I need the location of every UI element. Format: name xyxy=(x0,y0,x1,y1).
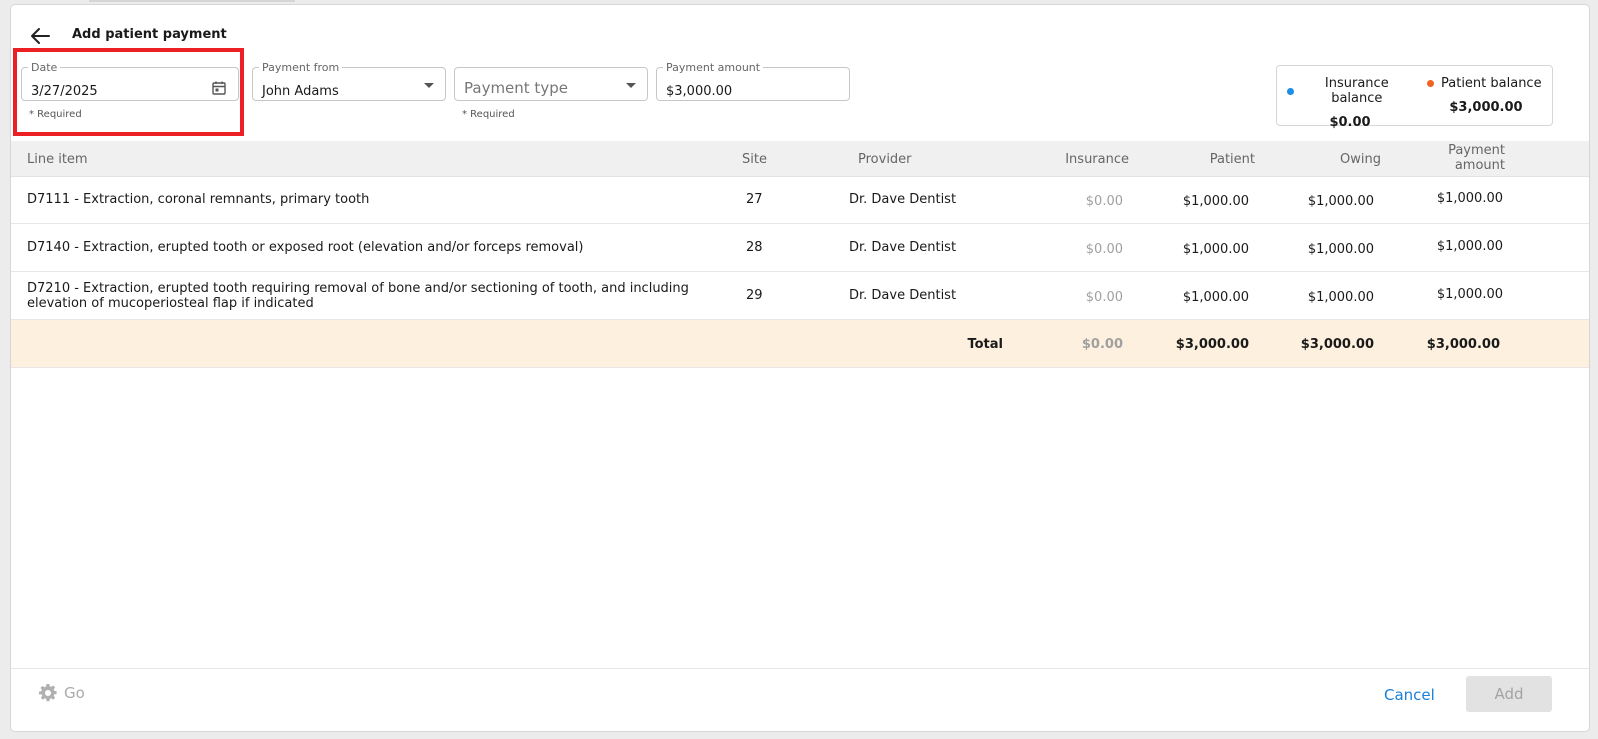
go-label: Go xyxy=(64,684,85,702)
provider: Dr. Dave Dentist xyxy=(849,192,957,207)
total-payment-amount: $3,000.00 xyxy=(1426,337,1500,352)
table-row[interactable]: D7210 - Extraction, erupted tooth requir… xyxy=(11,272,1589,320)
payment-amount[interactable]: $1,000.00 xyxy=(1411,287,1503,302)
col-provider: Provider xyxy=(858,152,912,167)
date-value: 3/27/2025 xyxy=(31,84,98,99)
patient-dot-icon xyxy=(1427,80,1434,87)
line-item: D7210 - Extraction, erupted tooth requir… xyxy=(27,281,689,311)
col-payment-amount-line2: amount xyxy=(1454,158,1505,173)
col-owing: Owing xyxy=(1340,152,1381,167)
chevron-down-icon xyxy=(424,83,434,88)
payment-type-required-helper: * Required xyxy=(462,109,515,120)
payment-type-select[interactable]: Payment type xyxy=(454,67,648,101)
owing: $1,000.00 xyxy=(1307,242,1374,257)
cancel-button[interactable]: Cancel xyxy=(1384,686,1435,704)
col-insurance: Insurance xyxy=(1065,152,1129,167)
table-header: Line item Site Provider Insurance Patien… xyxy=(11,141,1589,177)
payment-amount[interactable]: $1,000.00 xyxy=(1411,191,1503,206)
payment-from-select[interactable]: Payment from John Adams xyxy=(252,61,446,101)
site: 27 xyxy=(746,192,763,207)
total-patient: $3,000.00 xyxy=(1175,337,1249,352)
go-button[interactable]: Go xyxy=(38,683,85,703)
payment-from-label: Payment from xyxy=(259,61,343,74)
table-row[interactable]: D7140 - Extraction, erupted tooth or exp… xyxy=(11,224,1589,272)
patient-balance: Patient balance $3,000.00 xyxy=(1427,76,1545,115)
provider: Dr. Dave Dentist xyxy=(849,240,957,255)
col-line-item: Line item xyxy=(27,152,88,167)
date-required-helper: * Required xyxy=(29,109,82,120)
top-tab-indicator xyxy=(89,0,295,2)
patient-balance-label: Patient balance xyxy=(1441,76,1542,91)
chevron-down-icon xyxy=(626,83,636,88)
patient: $1,000.00 xyxy=(1182,242,1249,257)
total-insurance: $0.00 xyxy=(1081,337,1123,352)
line-item: D7111 - Extraction, coronal remnants, pr… xyxy=(27,192,370,207)
table-row[interactable]: D7111 - Extraction, coronal remnants, pr… xyxy=(11,176,1589,224)
site: 28 xyxy=(746,240,763,255)
owing: $1,000.00 xyxy=(1307,194,1374,209)
patient: $1,000.00 xyxy=(1182,290,1249,305)
insurance-dot-icon xyxy=(1287,87,1294,95)
site: 29 xyxy=(746,288,763,303)
calendar-icon[interactable] xyxy=(212,80,226,99)
insurance: $0.00 xyxy=(1085,242,1123,257)
total-label: Total xyxy=(967,337,1003,352)
date-field[interactable]: Date 3/27/2025 xyxy=(21,61,239,101)
provider: Dr. Dave Dentist xyxy=(849,288,957,303)
payment-amount-field[interactable]: Payment amount $3,000.00 xyxy=(656,61,850,101)
insurance: $0.00 xyxy=(1085,290,1123,305)
patient: $1,000.00 xyxy=(1182,194,1249,209)
total-owing: $3,000.00 xyxy=(1300,337,1374,352)
balance-summary: Insurance balance $0.00 Patient balance … xyxy=(1276,65,1553,130)
payment-from-value: John Adams xyxy=(262,84,339,99)
line-item: D7140 - Extraction, erupted tooth or exp… xyxy=(27,240,584,255)
gear-icon xyxy=(39,684,57,702)
date-label: Date xyxy=(28,61,61,74)
payment-amount[interactable]: $1,000.00 xyxy=(1411,239,1503,254)
patient-balance-value: $3,000.00 xyxy=(1449,100,1523,115)
total-row: Total $0.00 $3,000.00 $3,000.00 $3,000.0… xyxy=(11,320,1589,368)
col-payment-amount-line1: Payment xyxy=(1448,143,1505,158)
page-title: Add patient payment xyxy=(72,27,227,42)
arrow-left-icon xyxy=(31,28,50,44)
dialog-footer: Go Cancel Add xyxy=(11,668,1589,731)
insurance-balance-value: $0.00 xyxy=(1329,115,1371,130)
dialog-header: Add patient payment xyxy=(11,5,1589,55)
col-patient: Patient xyxy=(1209,152,1255,167)
add-patient-payment-dialog: Add patient payment Date 3/27/2025 * Req… xyxy=(10,4,1590,732)
line-item-text-continued: elevation of mucoperiosteal flap if indi… xyxy=(27,296,314,311)
owing: $1,000.00 xyxy=(1307,290,1374,305)
payment-amount-value: $3,000.00 xyxy=(666,84,733,99)
insurance: $0.00 xyxy=(1085,194,1123,209)
payment-amount-label: Payment amount xyxy=(663,61,764,74)
add-button[interactable]: Add xyxy=(1466,676,1552,712)
insurance-balance: Insurance balance $0.00 xyxy=(1287,76,1413,130)
back-button[interactable] xyxy=(26,22,54,50)
col-site: Site xyxy=(742,152,767,167)
insurance-balance-label: Insurance balance xyxy=(1324,76,1389,106)
payment-type-placeholder: Payment type xyxy=(464,79,568,97)
line-item-text: D7210 - Extraction, erupted tooth requir… xyxy=(27,281,689,296)
